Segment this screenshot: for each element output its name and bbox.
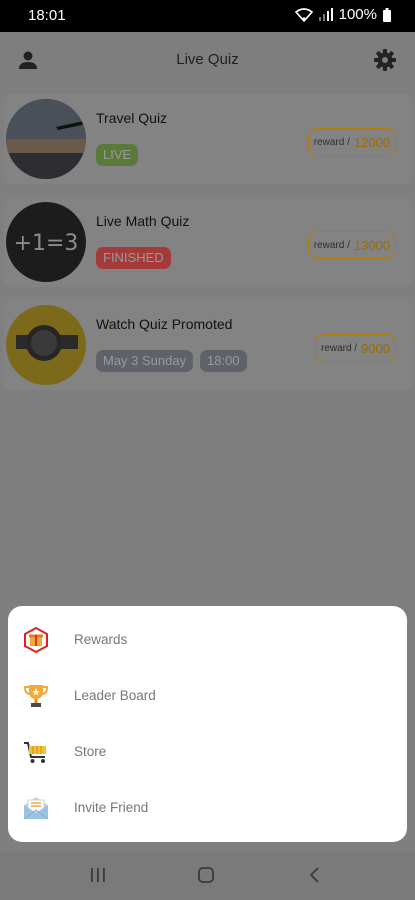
trophy-icon [22, 682, 50, 710]
battery-percent: 100% [338, 6, 377, 23]
menu-item-leader-board[interactable]: Leader Board [8, 670, 407, 720]
quiz-card[interactable]: Watch Quiz Promoted May 3 Sunday 18:00 r… [4, 300, 412, 390]
bottom-sheet-menu: Rewards Leader Board Store Invite Friend [8, 606, 407, 842]
date-badge: May 3 Sunday [96, 350, 194, 372]
back-icon[interactable] [306, 866, 324, 889]
battery-icon [383, 7, 391, 22]
quiz-card[interactable]: +1=3 Live Math Quiz FINISHED reward / 13… [4, 197, 412, 287]
menu-label: Store [74, 744, 107, 759]
quiz-thumbnail-watch [6, 305, 86, 385]
menu-label: Leader Board [74, 688, 156, 703]
quiz-title: Live Math Quiz [96, 213, 190, 229]
status-badge: LIVE [96, 144, 139, 166]
status-badge: FINISHED [96, 247, 171, 269]
menu-label: Invite Friend [74, 800, 149, 815]
gear-icon[interactable] [373, 48, 397, 77]
cart-icon [22, 738, 50, 766]
reward-label: reward / [320, 342, 358, 354]
quiz-card[interactable]: Travel Quiz LIVE reward / 12000 [4, 94, 412, 184]
quiz-thumbnail-airplane [6, 99, 86, 179]
envelope-icon [22, 794, 50, 822]
quiz-title: Watch Quiz Promoted [96, 316, 233, 332]
reward-value: 9000 [361, 340, 390, 356]
wifi-icon [294, 7, 313, 22]
gift-icon [22, 626, 50, 654]
quiz-title: Travel Quiz [96, 110, 168, 126]
status-bar: 18:01 100% [0, 0, 415, 32]
time-badge: 18:00 [200, 350, 247, 372]
page-title: Live Quiz [176, 51, 239, 68]
reward-label: reward / [313, 136, 350, 148]
menu-item-store[interactable]: Store [8, 726, 407, 776]
menu-item-rewards[interactable]: Rewards [8, 614, 407, 664]
reward-pill: reward / 12000 [307, 128, 396, 156]
reward-value: 13000 [353, 237, 390, 253]
quiz-thumbnail-chalkboard: +1=3 [6, 202, 86, 282]
reward-value: 12000 [353, 134, 390, 150]
reward-pill: reward / 13000 [307, 231, 396, 259]
signal-icon [318, 8, 333, 21]
app-bar: Live Quiz [0, 32, 415, 88]
system-nav-bar [0, 852, 415, 900]
reward-pill: reward / 9000 [314, 334, 396, 362]
menu-label: Rewards [74, 632, 128, 647]
menu-item-invite-friend[interactable]: Invite Friend [8, 782, 407, 832]
recent-apps-icon[interactable] [89, 866, 107, 889]
reward-label: reward / [313, 239, 350, 251]
svg-text:+1=3: +1=3 [14, 231, 79, 256]
home-icon[interactable] [197, 866, 215, 889]
status-time: 18:01 [28, 7, 66, 24]
